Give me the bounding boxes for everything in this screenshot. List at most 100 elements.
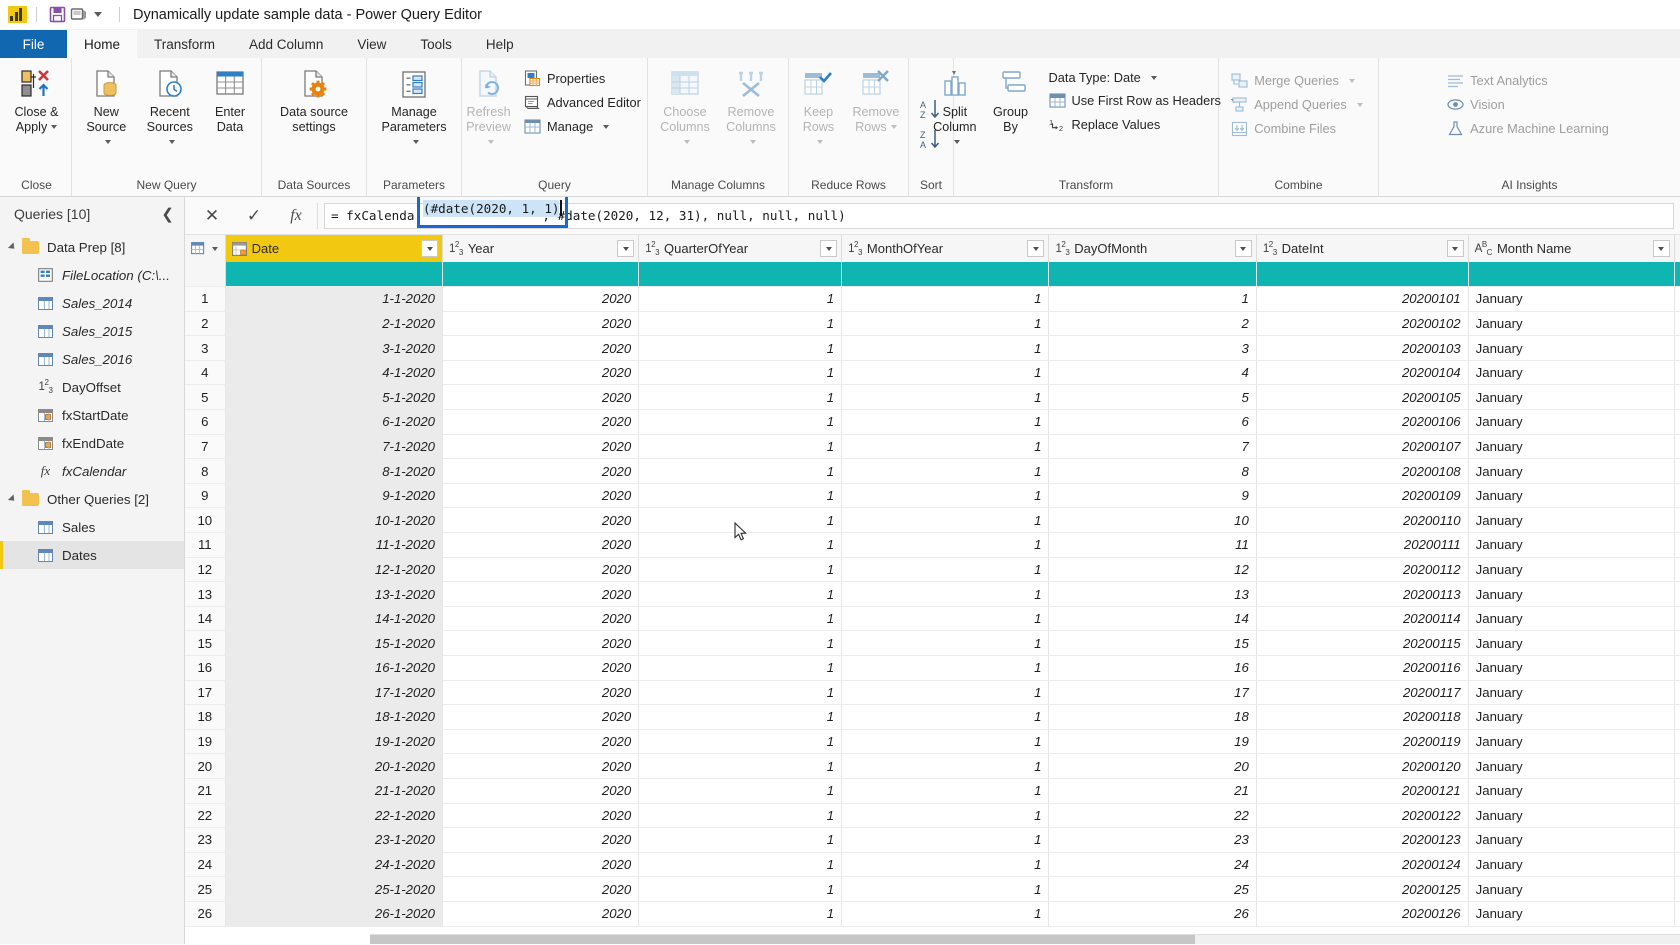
undo-icon[interactable] bbox=[68, 4, 90, 26]
formula-selection-box[interactable]: (#date(2020, 1, 1) bbox=[417, 197, 568, 228]
column-header-quarterofyear[interactable]: 123 QuarterOfYear bbox=[638, 235, 843, 262]
table-cell[interactable]: Jan 2020 bbox=[1674, 655, 1680, 681]
table-cell[interactable]: 11 bbox=[1048, 532, 1257, 558]
table-cell[interactable]: 2020 bbox=[442, 335, 640, 361]
select-all-columns-button[interactable] bbox=[185, 235, 226, 262]
use-first-row-as-headers-button[interactable]: Use First Row as Headers bbox=[1046, 90, 1243, 111]
table-cell[interactable]: 21 bbox=[1048, 778, 1257, 804]
table-cell[interactable]: 20200115 bbox=[1256, 630, 1469, 656]
table-cell[interactable]: 1 bbox=[841, 458, 1050, 484]
table-cell[interactable]: 8-1-2020 bbox=[225, 458, 444, 484]
vision-button[interactable]: Vision bbox=[1444, 94, 1615, 115]
sidebar-item-fxcalendar[interactable]: fx fxCalendar bbox=[0, 457, 184, 485]
merge-queries-button[interactable]: Merge Queries bbox=[1228, 70, 1368, 91]
table-cell[interactable]: 1 bbox=[841, 384, 1050, 411]
table-row[interactable]: 2020-1-20202020112020200120JanuaryJan 20… bbox=[185, 753, 1680, 779]
table-cell[interactable]: 1 bbox=[638, 655, 843, 681]
table-cell[interactable]: 1 bbox=[638, 483, 843, 509]
expand-triangle-icon[interactable] bbox=[7, 242, 18, 252]
table-cell[interactable]: 1 bbox=[841, 434, 1050, 460]
table-cell[interactable]: January bbox=[1468, 581, 1675, 607]
table-cell[interactable]: Jan 2020 bbox=[1674, 704, 1680, 730]
table-cell[interactable]: 1 bbox=[841, 532, 1050, 558]
sidebar-item-fxenddate[interactable]: fxEndDate bbox=[0, 429, 184, 457]
table-cell[interactable]: 2020 bbox=[442, 311, 640, 337]
table-cell[interactable]: Jan 2020 bbox=[1674, 630, 1680, 656]
table-cell[interactable]: January bbox=[1468, 286, 1675, 312]
table-cell[interactable]: 2020 bbox=[442, 753, 640, 779]
table-cell[interactable]: 2020 bbox=[442, 729, 640, 755]
table-cell[interactable]: 15 bbox=[1048, 630, 1257, 656]
table-cell[interactable]: Jan 2020 bbox=[1674, 803, 1680, 829]
table-cell[interactable]: 1 bbox=[841, 901, 1050, 927]
table-cell[interactable]: 13-1-2020 bbox=[225, 581, 444, 607]
checkmark-icon[interactable]: ✓ bbox=[233, 201, 275, 231]
table-cell[interactable]: 1 bbox=[841, 704, 1050, 730]
horizontal-scrollbar[interactable] bbox=[370, 934, 1680, 944]
properties-button[interactable]: Properties bbox=[521, 68, 647, 89]
table-row[interactable]: 1919-1-20202020111920200119JanuaryJan 20… bbox=[185, 729, 1680, 755]
table-cell[interactable]: Jan 2020 bbox=[1674, 311, 1680, 337]
table-cell[interactable]: Jan 2020 bbox=[1674, 901, 1680, 927]
table-cell[interactable]: 20 bbox=[1048, 753, 1257, 779]
table-cell[interactable]: 2020 bbox=[442, 901, 640, 927]
table-row[interactable]: 22-1-2020202011220200102JanuaryJan 2020 bbox=[185, 311, 1680, 337]
keep-rows-button[interactable]: Keep Rows bbox=[791, 63, 846, 149]
tab-transform[interactable]: Transform bbox=[137, 30, 232, 58]
table-cell[interactable]: 1 bbox=[841, 483, 1050, 509]
table-cell[interactable]: 9 bbox=[1048, 483, 1257, 509]
table-cell[interactable]: 17 bbox=[1048, 680, 1257, 706]
table-cell[interactable]: 1 bbox=[638, 581, 843, 607]
table-cell[interactable]: 1-1-2020 bbox=[225, 286, 444, 312]
table-cell[interactable]: 10-1-2020 bbox=[225, 507, 444, 534]
table-cell[interactable]: Jan 2020 bbox=[1674, 483, 1680, 509]
table-cell[interactable]: 26-1-2020 bbox=[225, 901, 444, 927]
table-cell[interactable]: 1 bbox=[841, 335, 1050, 361]
column-filter-button[interactable] bbox=[1234, 240, 1252, 257]
table-cell[interactable]: January bbox=[1468, 655, 1675, 681]
table-cell[interactable]: 20200116 bbox=[1256, 655, 1469, 681]
table-cell[interactable]: January bbox=[1468, 630, 1675, 656]
sidebar-item-fxstartdate[interactable]: fxStartDate bbox=[0, 401, 184, 429]
scrollbar-thumb[interactable] bbox=[370, 935, 1196, 944]
table-cell[interactable]: 20200125 bbox=[1256, 876, 1469, 902]
table-cell[interactable]: 1 bbox=[638, 557, 843, 583]
table-cell[interactable]: Jan 2020 bbox=[1674, 458, 1680, 484]
table-cell[interactable]: 1 bbox=[638, 630, 843, 656]
table-cell[interactable]: January bbox=[1468, 803, 1675, 829]
table-row[interactable]: 88-1-2020202011820200108JanuaryJan 2020 bbox=[185, 458, 1680, 484]
table-cell[interactable]: 2020 bbox=[442, 458, 640, 484]
table-row[interactable]: 2424-1-20202020112420200124JanuaryJan 20… bbox=[185, 852, 1680, 878]
customize-quick-access-icon[interactable] bbox=[94, 12, 102, 17]
table-cell[interactable]: 12-1-2020 bbox=[225, 557, 444, 583]
table-cell[interactable]: 1 bbox=[1048, 286, 1257, 312]
table-cell[interactable]: 2020 bbox=[442, 852, 640, 878]
table-cell[interactable]: 20200117 bbox=[1256, 680, 1469, 706]
table-cell[interactable]: 1 bbox=[841, 311, 1050, 337]
table-cell[interactable]: 1 bbox=[638, 729, 843, 755]
table-cell[interactable]: 1 bbox=[638, 753, 843, 779]
table-cell[interactable]: 1 bbox=[841, 557, 1050, 583]
table-cell[interactable]: 20200111 bbox=[1256, 532, 1469, 558]
table-row[interactable]: 2323-1-20202020112320200123JanuaryJan 20… bbox=[185, 827, 1680, 853]
table-row[interactable]: 66-1-2020202011620200106JanuaryJan 2020 bbox=[185, 409, 1680, 435]
table-cell[interactable]: 1 bbox=[841, 507, 1050, 534]
refresh-preview-button[interactable]: Refresh Preview bbox=[459, 63, 518, 149]
table-row[interactable]: 33-1-2020202011320200103JanuaryJan 2020 bbox=[185, 335, 1680, 361]
table-cell[interactable]: 5 bbox=[1048, 384, 1257, 411]
table-cell[interactable]: 1 bbox=[841, 778, 1050, 804]
table-cell[interactable]: January bbox=[1468, 384, 1675, 411]
table-cell[interactable]: January bbox=[1468, 360, 1675, 386]
table-cell[interactable]: 1 bbox=[638, 827, 843, 853]
table-cell[interactable]: 1 bbox=[841, 753, 1050, 779]
table-cell[interactable]: 19-1-2020 bbox=[225, 729, 444, 755]
table-cell[interactable]: 2020 bbox=[442, 680, 640, 706]
table-cell[interactable]: 4-1-2020 bbox=[225, 360, 444, 386]
table-cell[interactable]: Jan 2020 bbox=[1674, 532, 1680, 558]
table-cell[interactable]: 1 bbox=[638, 778, 843, 804]
table-row[interactable]: 1616-1-20202020111620200116JanuaryJan 20… bbox=[185, 655, 1680, 681]
combine-files-button[interactable]: Combine Files bbox=[1228, 118, 1368, 139]
table-cell[interactable]: 2020 bbox=[442, 704, 640, 730]
table-cell[interactable]: 1 bbox=[638, 901, 843, 927]
table-cell[interactable]: 1 bbox=[841, 409, 1050, 435]
